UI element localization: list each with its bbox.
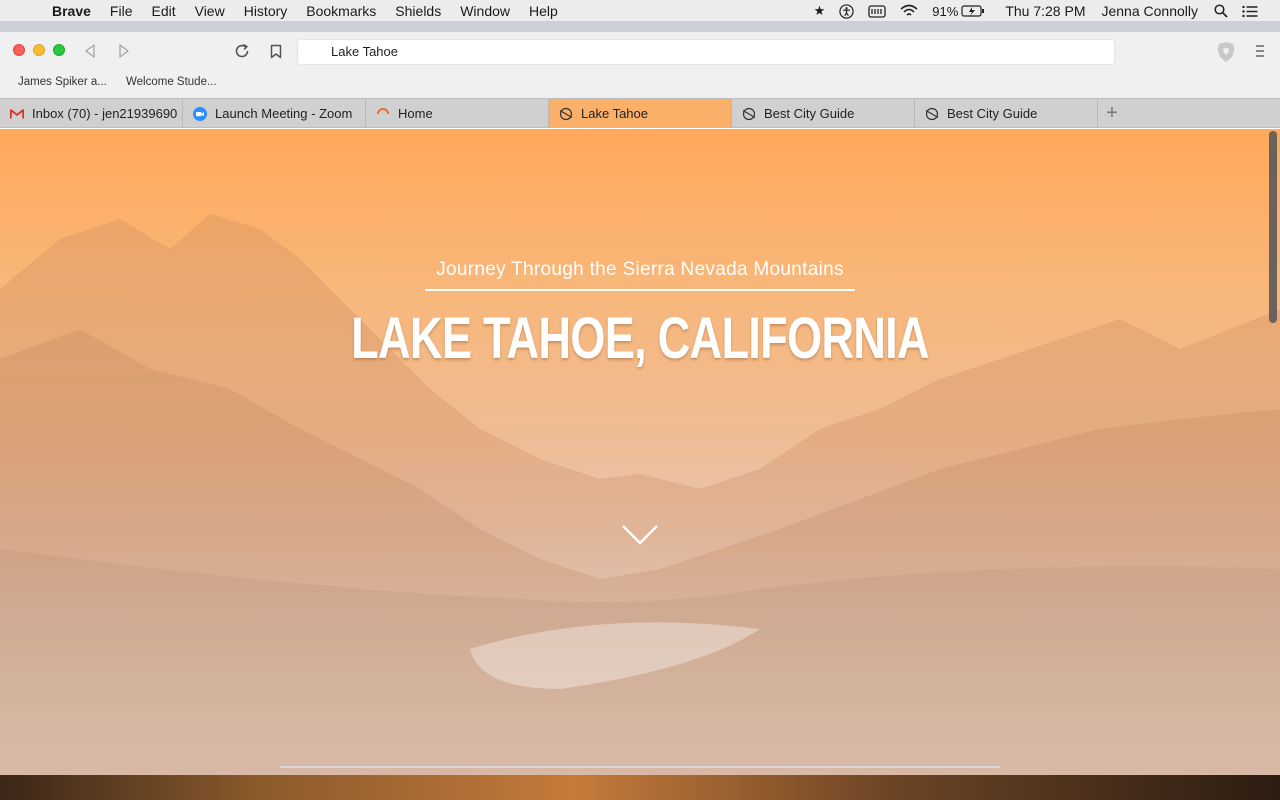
desktop-wallpaper <box>0 775 1280 800</box>
tab-label: Inbox (70) - jen21939690 <box>32 106 178 121</box>
bookmark-page-button[interactable] <box>265 40 287 62</box>
globe-icon <box>742 107 756 121</box>
zoom-icon <box>193 106 207 121</box>
browser-toolbar: Lake Tahoe <box>0 32 1280 70</box>
brave-browser-window: Lake Tahoe James Spiker a... Welcome Stu… <box>0 32 1280 775</box>
keyboard-icon[interactable] <box>868 4 886 18</box>
scroll-down-chevron-icon[interactable] <box>621 524 659 546</box>
loading-icon <box>376 107 390 121</box>
status-area: ★ 91% Thu 7:28 PM Jenna Connolly <box>814 0 1280 22</box>
menu-edit[interactable]: Edit <box>151 3 175 19</box>
tab-lake-tahoe[interactable]: Lake Tahoe <box>549 99 732 128</box>
zoom-window-button[interactable] <box>53 44 65 56</box>
tab-label: Launch Meeting - Zoom <box>215 106 353 121</box>
close-window-button[interactable] <box>13 44 25 56</box>
tab-strip: Inbox (70) - jen21939690 Launch Meeting … <box>0 98 1280 128</box>
globe-icon <box>925 107 939 121</box>
menu-window[interactable]: Window <box>460 3 510 19</box>
menu-file[interactable]: File <box>110 3 133 19</box>
menu-history[interactable]: History <box>244 3 288 19</box>
tab-best-city-guide[interactable]: Best City Guide <box>915 99 1098 128</box>
accessibility-icon[interactable] <box>839 3 854 19</box>
browser-menu-icon[interactable] <box>1253 42 1267 60</box>
battery-icon[interactable] <box>961 5 985 17</box>
hero-divider <box>425 289 855 291</box>
brave-shields-icon[interactable] <box>1216 41 1236 63</box>
gmail-icon <box>10 107 24 121</box>
wifi-icon[interactable] <box>900 4 918 18</box>
bookmark-item[interactable]: Welcome Stude... <box>126 76 217 88</box>
menu-shields[interactable]: Shields <box>395 3 441 19</box>
clock[interactable]: Thu 7:28 PM <box>1005 3 1085 19</box>
bookmark-item[interactable]: James Spiker a... <box>18 76 107 88</box>
user-name[interactable]: Jenna Connolly <box>1101 3 1198 19</box>
notification-center-icon[interactable] <box>1242 5 1258 18</box>
tab-label: Best City Guide <box>947 106 1038 121</box>
tab-best-city-guide[interactable]: Best City Guide <box>732 99 915 128</box>
minimize-window-button[interactable] <box>33 44 45 56</box>
battery-percentage: 91% <box>932 3 959 19</box>
section-divider <box>280 766 1000 768</box>
menu-bookmarks[interactable]: Bookmarks <box>306 3 376 19</box>
reload-button[interactable] <box>231 40 253 62</box>
page-hero: Journey Through the Sierra Nevada Mounta… <box>0 129 1280 775</box>
mountain-landscape-image <box>0 214 1280 775</box>
hero-title: LAKE TAHOE, CALIFORNIA <box>351 306 929 371</box>
menu-app-brave[interactable]: Brave <box>52 3 91 19</box>
menu-help[interactable]: Help <box>529 3 558 19</box>
tab-label: Best City Guide <box>764 106 855 121</box>
star-icon[interactable]: ★ <box>814 3 826 19</box>
hero-subtitle: Journey Through the Sierra Nevada Mounta… <box>436 259 844 280</box>
new-tab-button[interactable]: + <box>1100 101 1124 125</box>
tab-label: Lake Tahoe <box>581 106 648 121</box>
tab-home[interactable]: Home <box>366 99 549 128</box>
tab-zoom-meeting[interactable]: Launch Meeting - Zoom <box>183 99 366 128</box>
tab-label: Home <box>398 106 433 121</box>
background-window-edge <box>0 22 1280 32</box>
bookmarks-bar: James Spiker a... Welcome Stude... <box>0 70 1280 98</box>
back-button[interactable] <box>79 40 101 62</box>
page-scrollbar[interactable] <box>1269 131 1277 323</box>
spotlight-search-icon[interactable] <box>1214 4 1228 18</box>
address-bar[interactable]: Lake Tahoe <box>297 39 1115 65</box>
forward-button[interactable] <box>113 40 135 62</box>
globe-icon <box>559 107 573 121</box>
menu-view[interactable]: View <box>195 3 225 19</box>
tab-inbox[interactable]: Inbox (70) - jen21939690 <box>0 99 183 128</box>
macos-menu-bar: Brave File Edit View History Bookmarks S… <box>0 0 1280 22</box>
